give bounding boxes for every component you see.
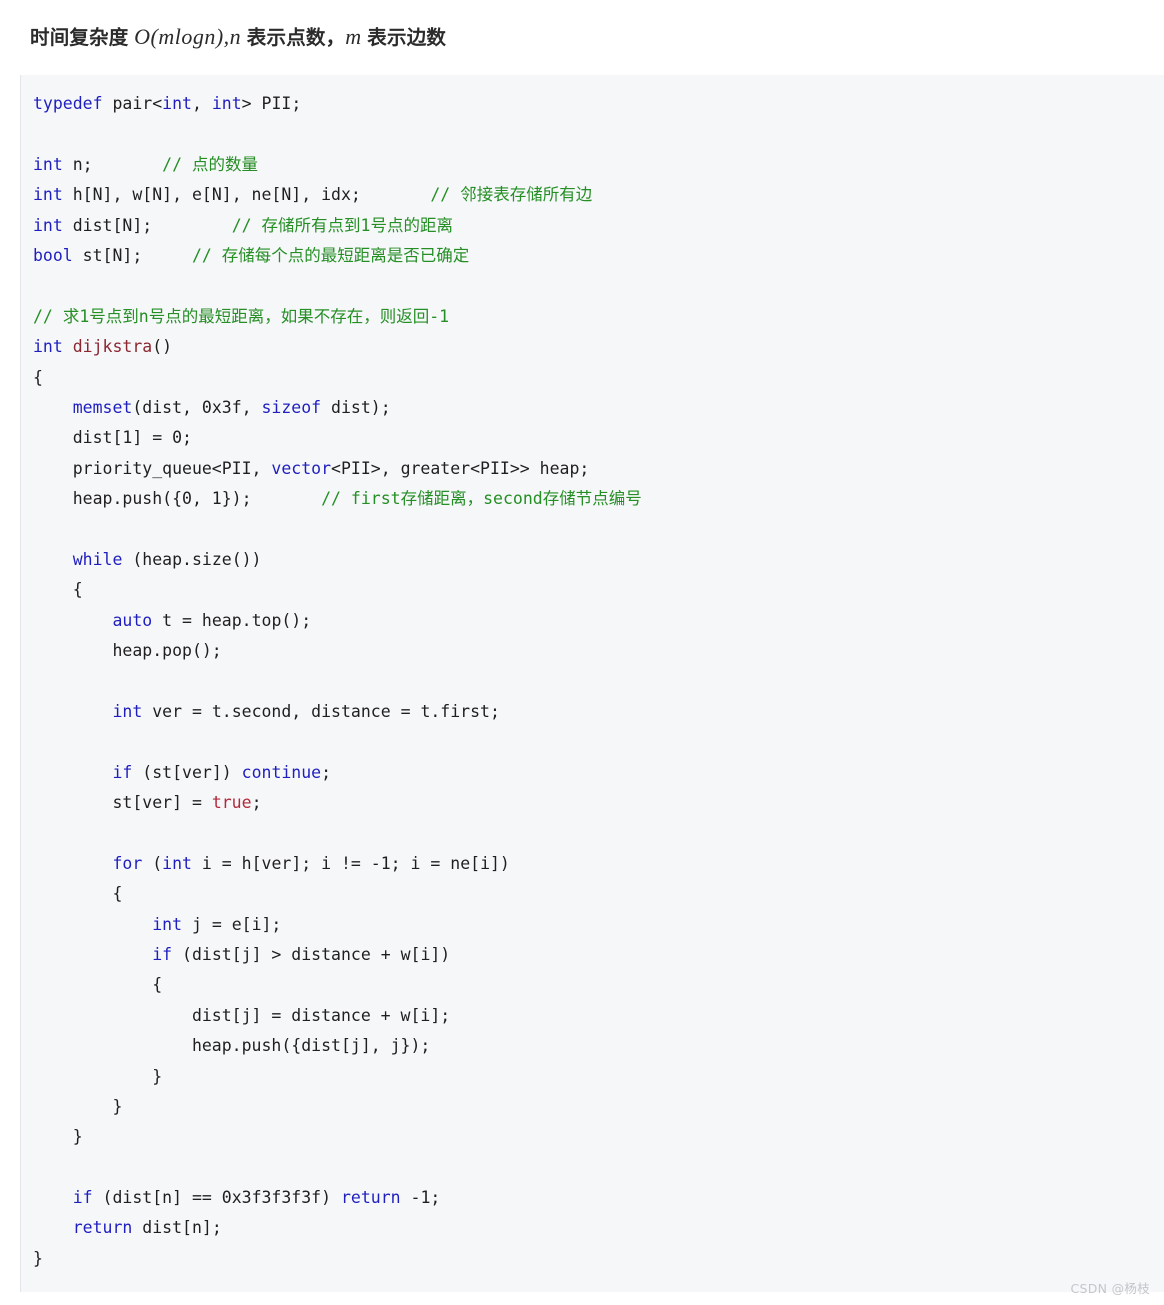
code-line: ​ <box>33 727 1164 757</box>
code-line: while (heap.size()) <box>72 549 262 569</box>
code-line: return dist[n]; <box>72 1218 222 1238</box>
code-line: for (int i = h[ver]; i != -1; i = ne[i]) <box>112 853 510 873</box>
code-line: int n; // 点的数量 <box>33 154 258 174</box>
code-line: if (dist[n] == 0x3f3f3f3f) return -1; <box>72 1188 441 1208</box>
watermark: CSDN @杨枝 <box>1070 1281 1150 1296</box>
code-line: int dist[N]; // 存储所有点到1号点的距离 <box>33 215 453 235</box>
code-line: ​ <box>33 666 1164 696</box>
page-title-formula: O(mlogn), <box>134 24 230 49</box>
code-line: int dijkstra() <box>33 337 173 357</box>
code-line: int ver = t.second, distance = t.first; <box>112 701 500 721</box>
page-title-bar: 时间复杂度 O(mlogn),n 表示点数，m 表示边数 <box>0 0 1164 48</box>
code-line: // 求1号点到n号点的最短距离，如果不存在，则返回-1 <box>33 306 450 326</box>
code-line: int h[N], w[N], e[N], ne[N], idx; // 邻接表… <box>33 185 593 205</box>
code-line: auto t = heap.top(); <box>112 610 312 630</box>
code-line: } <box>33 1066 163 1086</box>
code-block[interactable]: typedef pair<int, int> PII; ​ int n; // 点的… <box>20 75 1164 1293</box>
code-line: dist[j] = distance + w[i]; <box>33 1005 451 1025</box>
code-line: { <box>33 367 43 387</box>
code-line: ​ <box>33 119 1164 149</box>
code-line: int j = e[i]; <box>152 914 282 934</box>
code-line: priority_queue<PII, vector<PII>, greater… <box>33 458 590 478</box>
code-line: st[ver] = true; <box>33 792 262 812</box>
code-line: dist[1] = 0; <box>33 428 192 448</box>
code-line: typedef pair<int, int> PII; <box>33 94 302 113</box>
page-title-var-m: m <box>345 24 362 49</box>
code-line: ​ <box>33 818 1164 848</box>
page-title-var-n: n <box>229 24 242 49</box>
code-line: if (dist[j] > distance + w[i]) <box>152 944 451 964</box>
code-line: if (st[ver]) continue; <box>112 762 332 782</box>
code-content[interactable]: typedef pair<int, int> PII; ​ int n; // 点的… <box>33 89 1164 1274</box>
page-title-suffix: 表示边数 <box>361 27 447 49</box>
code-line: heap.push({0, 1}); // first存储距离，second存储… <box>33 489 642 509</box>
code-line: } <box>33 1127 83 1147</box>
code-line: heap.push({dist[j], j}); <box>33 1036 431 1056</box>
code-line: memset(dist, 0x3f, sizeof dist); <box>72 397 391 417</box>
page-title-mid: 表示点数， <box>241 27 346 49</box>
code-line: { <box>33 975 163 995</box>
page-title: 时间复杂度 O(mlogn),n 表示点数，m 表示边数 <box>30 26 1164 49</box>
code-line: } <box>33 1096 123 1116</box>
code-line: bool st[N]; // 存储每个点的最短距离是否已确定 <box>33 245 470 265</box>
code-line: } <box>33 1248 43 1268</box>
code-line: heap.pop(); <box>33 641 222 661</box>
code-line: { <box>33 580 83 600</box>
code-line: ​ <box>33 514 1164 544</box>
page-title-prefix: 时间复杂度 <box>30 27 135 49</box>
code-line: { <box>33 884 123 904</box>
code-line: ​ <box>33 271 1164 301</box>
code-line: ​ <box>33 1153 1164 1183</box>
